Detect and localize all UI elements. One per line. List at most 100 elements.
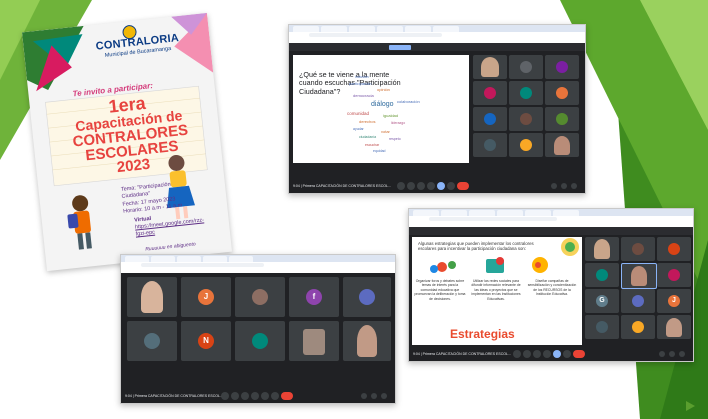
cloud-word: inclusión bbox=[355, 75, 369, 79]
present-button[interactable] bbox=[553, 350, 561, 358]
cloud-word: votar bbox=[381, 129, 390, 134]
avatar bbox=[632, 243, 644, 255]
browser-tabbar bbox=[121, 255, 395, 262]
participant-tile[interactable] bbox=[621, 289, 655, 313]
participant-tile[interactable] bbox=[235, 321, 285, 361]
activities-button[interactable] bbox=[381, 393, 387, 399]
cloud-word: igualdad bbox=[383, 113, 399, 118]
participant-tile[interactable] bbox=[621, 315, 655, 339]
camera-button[interactable] bbox=[523, 350, 531, 358]
avatar bbox=[252, 333, 268, 349]
participant-tile[interactable] bbox=[657, 263, 691, 287]
participant-tile[interactable] bbox=[127, 321, 177, 361]
meeting-name: 9:04 | Primera CAPACITACIÓN DE CONTRALOR… bbox=[125, 394, 223, 398]
participant-tile[interactable]: N bbox=[181, 321, 231, 361]
chat-button[interactable] bbox=[669, 351, 675, 357]
present-button[interactable] bbox=[437, 182, 445, 190]
end-call-button[interactable] bbox=[281, 392, 293, 400]
screenshot-strategies: Algunas estrategias que pueden implement… bbox=[408, 208, 694, 362]
people-button[interactable] bbox=[659, 351, 665, 357]
participant-tile[interactable] bbox=[473, 133, 507, 157]
participant-tile[interactable]: J bbox=[657, 289, 691, 313]
participant-tile[interactable] bbox=[473, 81, 507, 105]
mic-button[interactable] bbox=[397, 182, 405, 190]
cloud-word: derechos bbox=[359, 119, 376, 124]
participant-tile[interactable] bbox=[657, 237, 691, 261]
participant-tile[interactable] bbox=[509, 81, 543, 105]
cloud-word: colaboración bbox=[397, 99, 420, 104]
participant-video bbox=[303, 329, 325, 355]
participant-tile[interactable] bbox=[473, 55, 507, 79]
end-call-button[interactable] bbox=[457, 182, 469, 190]
present-button[interactable] bbox=[261, 392, 269, 400]
avatar bbox=[632, 295, 644, 307]
present-stop-button[interactable] bbox=[389, 44, 411, 50]
slide-canvas: CONTRALORIA Municipal de Bucaramanga Te … bbox=[0, 0, 708, 419]
meet-area: Algunas estrategias que pueden implement… bbox=[409, 227, 693, 361]
avatar bbox=[556, 61, 568, 73]
activities-button[interactable] bbox=[679, 351, 685, 357]
chat-button[interactable] bbox=[561, 183, 567, 189]
participant-tile[interactable] bbox=[585, 263, 619, 287]
cloud-word: comunidad bbox=[347, 111, 370, 116]
strategy-item: Utilizar las redes sociales para difundi… bbox=[471, 279, 521, 301]
participant-video bbox=[357, 325, 377, 357]
avatar bbox=[520, 113, 532, 125]
raise-hand-button[interactable] bbox=[427, 182, 435, 190]
meet-controls: 9:04 | Primera CAPACITACIÓN DE CONTRALOR… bbox=[289, 179, 585, 193]
participant-tile[interactable] bbox=[509, 107, 543, 131]
participant-tile[interactable] bbox=[545, 81, 579, 105]
participant-tile[interactable]: G bbox=[585, 289, 619, 313]
participant-tile[interactable] bbox=[585, 315, 619, 339]
participant-tile[interactable] bbox=[585, 237, 619, 261]
more-options-button[interactable] bbox=[563, 350, 571, 358]
activities-button[interactable] bbox=[571, 183, 577, 189]
raise-hand-button[interactable] bbox=[543, 350, 551, 358]
participant-tile[interactable] bbox=[509, 55, 543, 79]
participant-tile[interactable] bbox=[545, 55, 579, 79]
participant-tile[interactable] bbox=[545, 107, 579, 131]
more-options-button[interactable] bbox=[447, 182, 455, 190]
participant-tile[interactable] bbox=[127, 277, 177, 317]
avatar bbox=[596, 269, 608, 281]
avatar bbox=[632, 321, 644, 333]
participant-tile[interactable] bbox=[621, 237, 655, 261]
play-arrow-icon[interactable] bbox=[684, 400, 696, 412]
raise-hand-button[interactable] bbox=[251, 392, 259, 400]
people-button[interactable] bbox=[551, 183, 557, 189]
participant-tile[interactable] bbox=[545, 133, 579, 157]
participant-video bbox=[141, 281, 163, 313]
camera-button[interactable] bbox=[407, 182, 415, 190]
participant-tile[interactable] bbox=[657, 315, 691, 339]
participant-tile[interactable] bbox=[621, 263, 657, 289]
participant-tile[interactable]: f bbox=[289, 277, 339, 317]
captions-button[interactable] bbox=[533, 350, 541, 358]
participant-tile[interactable] bbox=[235, 277, 285, 317]
participant-tile[interactable]: J bbox=[181, 277, 231, 317]
avatar bbox=[556, 87, 568, 99]
strategies-title: Estrategias bbox=[450, 327, 515, 341]
participant-tile[interactable] bbox=[509, 133, 543, 157]
participant-tile[interactable] bbox=[343, 321, 391, 361]
cloud-word: ciudadanía bbox=[359, 135, 377, 139]
mic-button[interactable] bbox=[513, 350, 521, 358]
meet-controls: 9:04 | Primera CAPACITACIÓN DE CONTRALOR… bbox=[121, 389, 395, 403]
avatar bbox=[484, 139, 496, 151]
people-button[interactable] bbox=[361, 393, 367, 399]
cloud-word: liderazgo bbox=[391, 121, 406, 125]
mic-button[interactable] bbox=[221, 392, 229, 400]
cloud-word: democracia bbox=[353, 93, 374, 98]
participant-tile[interactable] bbox=[289, 321, 339, 361]
event-poster: CONTRALORIA Municipal de Bucaramanga Te … bbox=[21, 12, 233, 272]
more-options-button[interactable] bbox=[271, 392, 279, 400]
meeting-name: 9:04 | Primera CAPACITACIÓN DE CONTRALOR… bbox=[413, 352, 511, 356]
participant-tile[interactable] bbox=[473, 107, 507, 131]
chat-button[interactable] bbox=[371, 393, 377, 399]
captions-button[interactable] bbox=[417, 182, 425, 190]
participant-tile[interactable] bbox=[343, 277, 391, 317]
end-call-button[interactable] bbox=[573, 350, 585, 358]
screenshot-participant-grid: J f N 9:04 | Primera CAPACITACIÓN DE CON… bbox=[120, 254, 396, 404]
captions-button[interactable] bbox=[241, 392, 249, 400]
strategy-item: Diseñar campañas de sensibilización y co… bbox=[527, 279, 577, 297]
camera-button[interactable] bbox=[231, 392, 239, 400]
